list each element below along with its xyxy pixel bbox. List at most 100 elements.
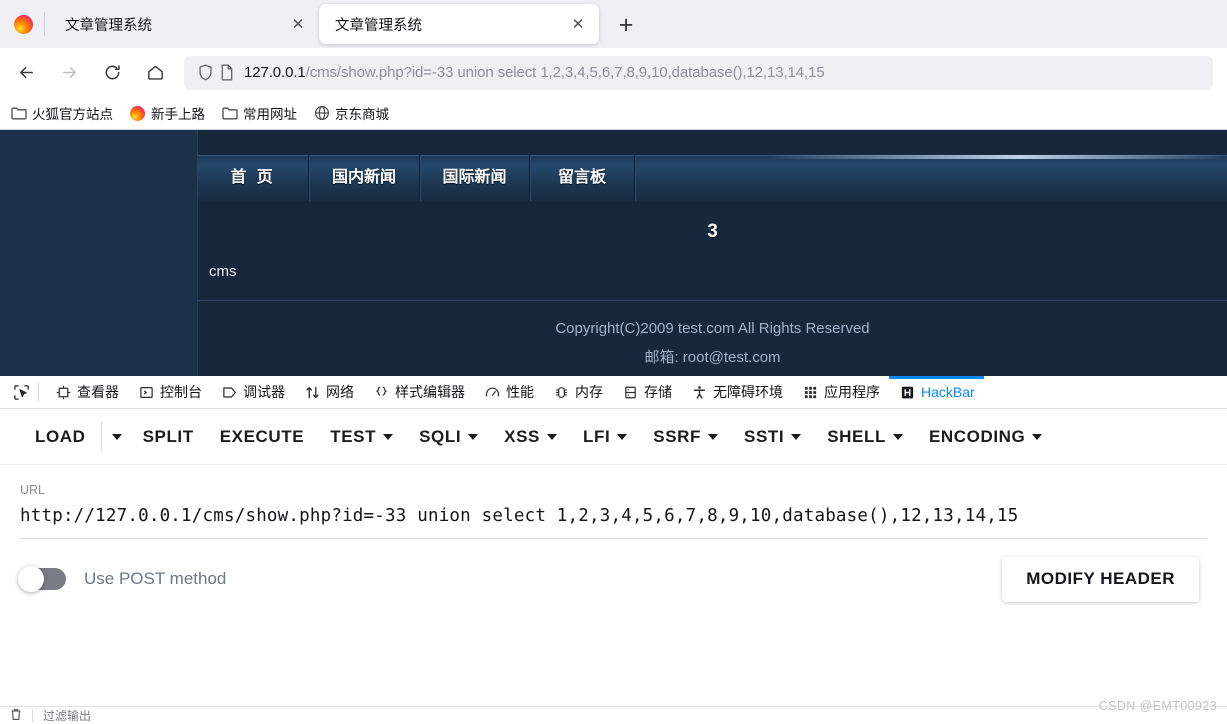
devtools-tab-console[interactable]: 控制台	[128, 376, 211, 409]
bookmark-item-3[interactable]: 常用网址	[221, 103, 297, 123]
hackbar-post-toggle-group[interactable]: Use POST method	[18, 566, 227, 592]
hackbar-execute-button[interactable]: EXECUTE	[207, 417, 318, 457]
page-viewport: 首 页 国内新闻 国际新闻 留言板 3 cms Copyright(C)2009…	[0, 129, 1227, 376]
site-nav-item-international-news[interactable]: 国际新闻	[420, 155, 530, 201]
folder-icon	[10, 105, 27, 122]
hackbar-encoding-menu[interactable]: ENCODING	[916, 417, 1055, 457]
inspector-icon	[54, 383, 72, 401]
filter-output-label[interactable]: 过滤输出	[43, 707, 91, 724]
use-post-method-toggle[interactable]	[18, 566, 66, 592]
injection-result-number: 3	[707, 221, 718, 242]
devtools-tab-debugger[interactable]: 调试器	[211, 376, 294, 409]
browser-window: 文章管理系统 ✕ 文章管理系统 ✕ + 127.0.0.1/cms/show.p…	[0, 0, 1227, 724]
site-nav-item-guestbook[interactable]: 留言板	[530, 155, 635, 201]
site-nav-item-home[interactable]: 首 页	[198, 155, 309, 201]
close-icon[interactable]: ✕	[565, 11, 591, 37]
devtools-tab-label: 应用程序	[824, 384, 880, 400]
hackbar-ssrf-menu[interactable]: SSRF	[640, 417, 731, 457]
hackbar-test-menu[interactable]: TEST	[317, 417, 406, 457]
bookmark-item-1[interactable]: 火狐官方站点	[10, 103, 113, 123]
hackbar-load-button[interactable]: LOAD	[22, 417, 99, 457]
devtools-tab-label: 存储	[644, 384, 672, 400]
devtools-tab-label: 控制台	[160, 384, 202, 400]
tabstrip-divider	[44, 12, 45, 36]
footer-copyright: Copyright(C)2009 test.com All Rights Res…	[555, 320, 870, 337]
url-path: /cms/show.php?id=-33 union select 1,2,3,…	[305, 64, 825, 81]
address-bar[interactable]: 127.0.0.1/cms/show.php?id=-33 union sele…	[184, 55, 1213, 90]
folder-icon	[221, 105, 238, 122]
hackbar-menu-label: ENCODING	[928, 426, 1026, 446]
bookmark-item-2[interactable]: 新手上路	[129, 103, 205, 123]
element-picker-icon[interactable]	[6, 384, 36, 401]
shield-icon[interactable]	[194, 64, 216, 81]
devtools-tab-label: 网络	[326, 384, 354, 400]
watermark: CSDN @EMT00923	[1098, 699, 1217, 713]
devtools-tab-accessibility[interactable]: 无障碍环境	[681, 376, 792, 409]
browser-tab-2[interactable]: 文章管理系统 ✕	[319, 4, 599, 44]
hackbar-menu-label: SQLI	[419, 426, 462, 446]
bottom-divider-vertical	[32, 709, 33, 722]
chevron-down-icon	[617, 433, 628, 440]
tab-title: 文章管理系统	[65, 17, 152, 34]
navigation-toolbar: 127.0.0.1/cms/show.php?id=-33 union sele…	[0, 48, 1227, 97]
trash-icon[interactable]	[10, 708, 22, 724]
back-button[interactable]	[9, 56, 43, 90]
browser-tab-1[interactable]: 文章管理系统 ✕	[49, 4, 319, 44]
use-post-method-label: Use POST method	[84, 569, 227, 588]
tab-title: 文章管理系统	[335, 17, 422, 34]
devtools-tab-style-editor[interactable]: 样式编辑器	[363, 376, 474, 409]
hackbar-action-bar: LOAD SPLIT EXECUTE TEST SQLI XSS LFI SSR…	[0, 409, 1227, 465]
modify-header-button[interactable]: MODIFY HEADER	[1002, 556, 1199, 602]
devtools-tab-performance[interactable]: 性能	[474, 376, 543, 409]
hackbar-lfi-menu[interactable]: LFI	[570, 417, 640, 457]
chevron-down-icon	[383, 433, 394, 440]
memory-icon	[552, 383, 570, 401]
bookmark-item-4[interactable]: 京东商城	[313, 103, 389, 123]
hackbar-xss-menu[interactable]: XSS	[491, 417, 570, 457]
chevron-down-icon	[111, 433, 122, 440]
firefox-icon	[129, 105, 146, 122]
page-info-icon[interactable]	[216, 64, 238, 81]
devtools-toolbar: 查看器 控制台 调试器 网络 样式编辑器 性能 内存 存储 无障碍环境 应用程序…	[0, 375, 1227, 409]
hackbar-url-field[interactable]: URL http://127.0.0.1/cms/show.php?id=-33…	[0, 465, 1227, 538]
hackbar-controls-row: Use POST method MODIFY HEADER	[0, 539, 1227, 619]
hackbar-load-divider	[100, 421, 102, 452]
home-button[interactable]	[138, 56, 172, 90]
devtools-tab-application[interactable]: 应用程序	[792, 376, 889, 409]
devtools-tab-label: HackBar	[921, 384, 975, 400]
devtools-divider	[38, 383, 39, 401]
devtools-tab-memory[interactable]: 内存	[543, 376, 612, 409]
devtools-tab-inspector[interactable]: 查看器	[45, 376, 128, 409]
hackbar-load-dropdown[interactable]	[104, 417, 130, 457]
console-icon	[137, 383, 155, 401]
site-header-band	[198, 130, 1227, 155]
site-footer: Copyright(C)2009 test.com All Rights Res…	[198, 300, 1227, 376]
accessibility-icon	[690, 383, 708, 401]
toggle-knob	[18, 566, 44, 592]
hackbar-menu-label: TEST	[330, 426, 377, 446]
bookmark-label: 常用网址	[243, 107, 297, 122]
reload-button[interactable]	[95, 56, 129, 90]
hackbar-ssti-menu[interactable]: SSTI	[731, 417, 814, 457]
hackbar-shell-menu[interactable]: SHELL	[814, 417, 916, 457]
site-nav-item-domestic-news[interactable]: 国内新闻	[309, 155, 420, 201]
close-icon[interactable]: ✕	[285, 11, 311, 37]
hackbar-url-input[interactable]: http://127.0.0.1/cms/show.php?id=-33 uni…	[20, 506, 1207, 538]
devtools-tab-storage[interactable]: 存储	[612, 376, 681, 409]
chevron-down-icon	[708, 433, 719, 440]
bookmark-label: 京东商城	[335, 107, 389, 122]
devtools-tab-network[interactable]: 网络	[294, 376, 363, 409]
hackbar-sqli-menu[interactable]: SQLI	[406, 417, 491, 457]
application-icon	[801, 383, 819, 401]
site-content-area: 3 cms	[198, 201, 1227, 300]
devtools-tab-hackbar[interactable]: HackBar	[889, 375, 984, 409]
chevron-down-icon	[1032, 433, 1043, 440]
hackbar-split-button[interactable]: SPLIT	[130, 417, 207, 457]
hackbar-icon	[898, 383, 916, 401]
tab-strip: 文章管理系统 ✕ 文章管理系统 ✕ +	[0, 0, 1227, 48]
site-nav-filler	[635, 155, 1227, 201]
new-tab-button[interactable]: +	[609, 8, 643, 42]
cms-site-container: 首 页 国内新闻 国际新闻 留言板 3 cms Copyright(C)2009…	[197, 130, 1227, 376]
forward-button[interactable]	[52, 56, 86, 90]
url-text: 127.0.0.1/cms/show.php?id=-33 union sele…	[244, 64, 825, 81]
